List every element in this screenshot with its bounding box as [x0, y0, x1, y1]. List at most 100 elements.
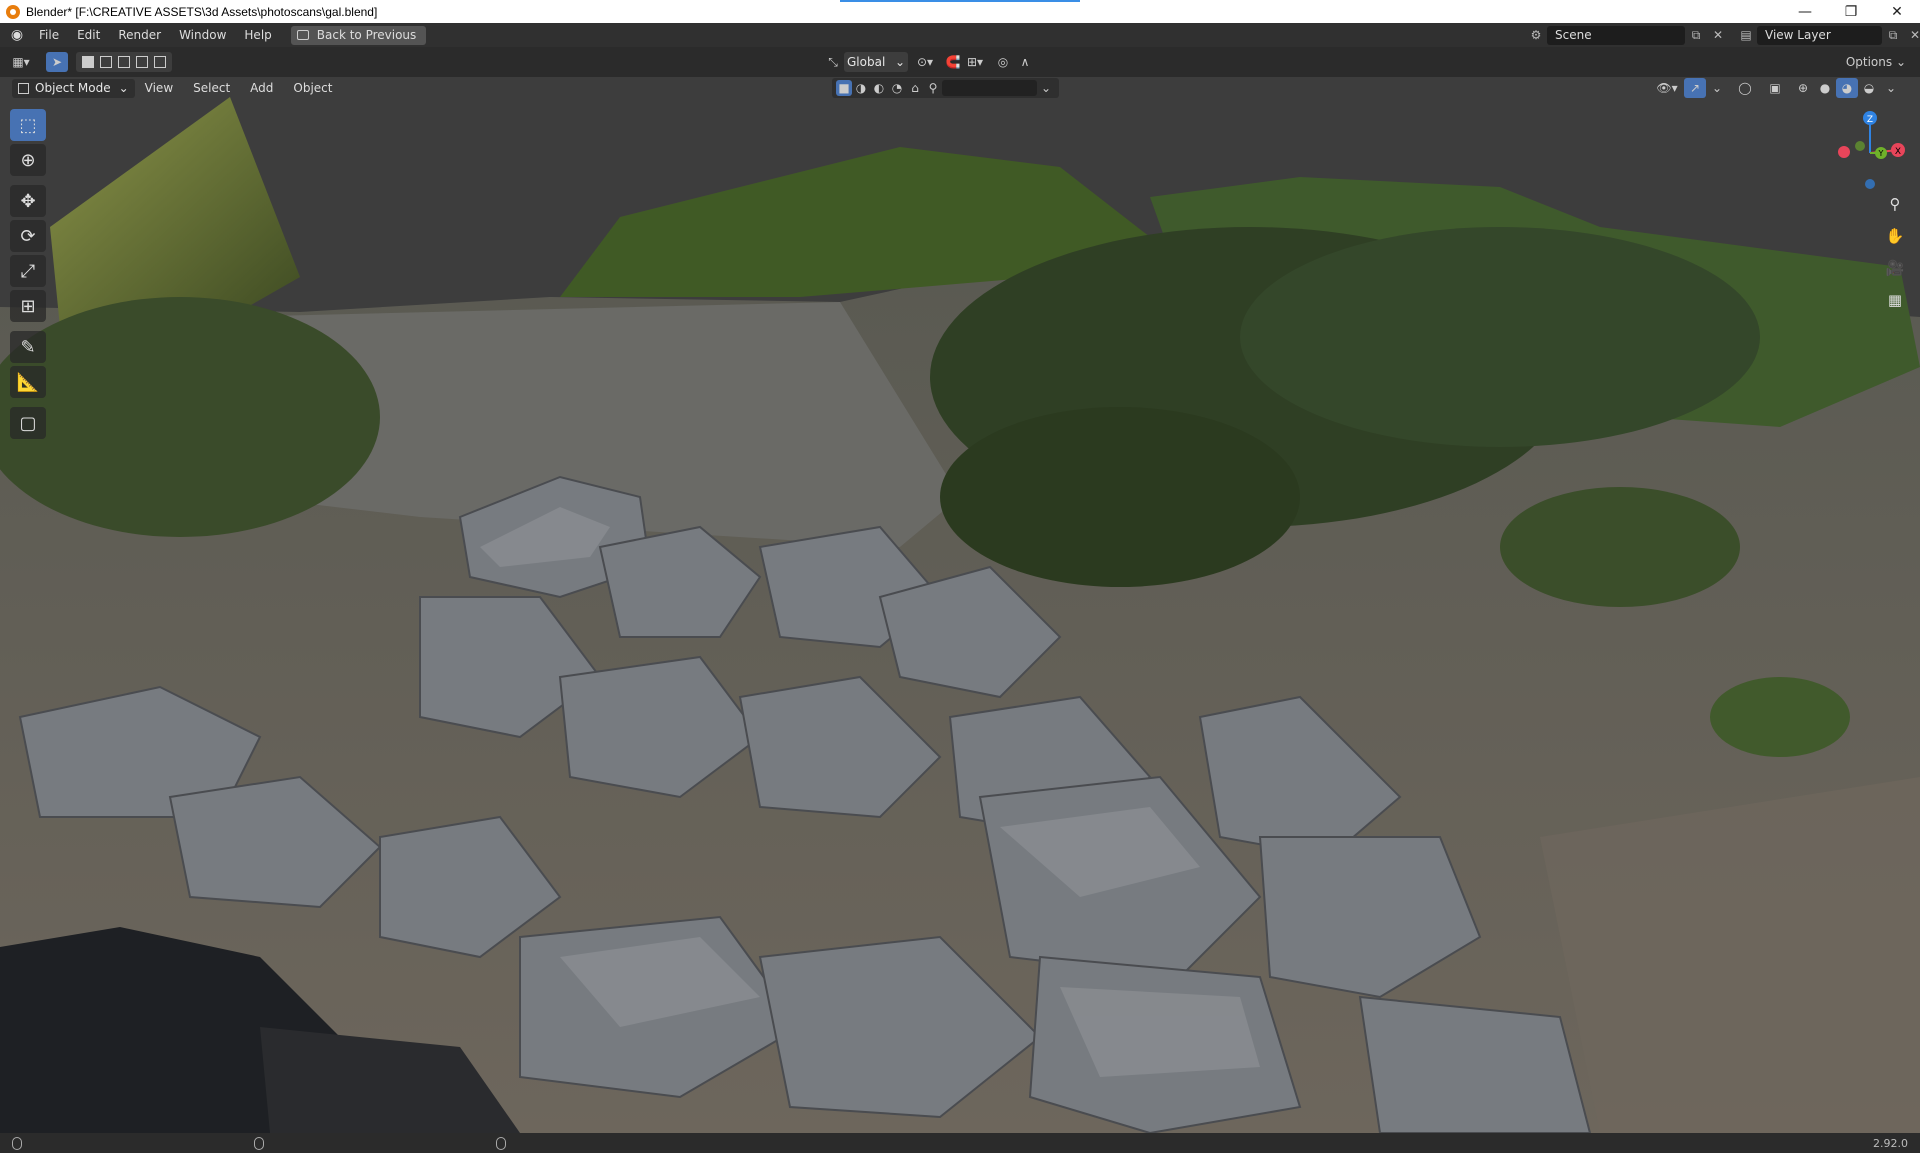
delete-view-layer-icon[interactable]: ✕ [1904, 26, 1920, 45]
search-icon[interactable]: ⚲ [924, 80, 942, 96]
camera-filter-icon[interactable]: ⌂ [906, 80, 924, 96]
navigation-gizmo[interactable]: Z X Y [1830, 108, 1910, 198]
blender-app-icon [6, 4, 20, 19]
navigation-tools: ⚲ ✋ 🎥 ▦ [1880, 190, 1910, 318]
mouse-right-icon [496, 1136, 506, 1150]
measure-tool-icon[interactable]: 📐 [10, 366, 46, 398]
falloff-icon[interactable]: ∧ [1014, 52, 1036, 72]
snap-target-icon[interactable]: ⊞▾ [964, 52, 986, 72]
move-tool-icon[interactable]: ✥ [10, 185, 46, 217]
gizmo-z-label: Z [1867, 115, 1873, 125]
gizmo-x-label: X [1895, 147, 1901, 157]
back-to-previous-button[interactable]: Back to Previous [290, 25, 427, 45]
visibility-icon[interactable]: 👁▾ [1656, 78, 1678, 98]
overlay-toggle-icon[interactable]: ◯ [1734, 78, 1756, 98]
chevron-down-icon[interactable]: ⌄ [1880, 78, 1902, 98]
proportional-edit-icon[interactable]: ◎ [992, 52, 1014, 72]
scale-tool-icon[interactable]: ⤢ [10, 255, 46, 287]
menu-object[interactable]: Object [283, 81, 342, 95]
scene-name-field[interactable]: Scene [1547, 25, 1685, 45]
menu-edit[interactable]: Edit [68, 28, 109, 42]
delete-scene-icon[interactable]: ✕ [1707, 26, 1729, 45]
perspective-grid-icon[interactable]: ▦ [1881, 286, 1909, 314]
gizmo-neg-z-axis[interactable] [1865, 179, 1875, 189]
invert-selection-icon[interactable] [136, 56, 148, 68]
menu-select[interactable]: Select [183, 81, 240, 95]
pivot-point-icon[interactable]: ⊙▾ [914, 52, 936, 72]
orientation-value: Global [847, 55, 886, 69]
status-bar: 2.92.0 [0, 1133, 1920, 1153]
mouse-middle-icon [254, 1136, 264, 1150]
photoscan-render [0, 77, 1920, 1133]
select-box-tool-icon[interactable]: ⬚ [10, 109, 46, 141]
shading-controls: 👁▾ ↗ ⌄ ◯ ▣ ⊕ ● ◕ ◒ ⌄ [1656, 78, 1902, 98]
transform-orientation-icon[interactable]: ⤡ [822, 52, 844, 72]
maximize-button[interactable]: ❐ [1828, 0, 1874, 23]
view-layer-field[interactable]: View Layer [1757, 25, 1882, 45]
subtract-selection-icon[interactable] [118, 56, 130, 68]
filter-group: ■ ◑ ◐ ◔ ⌂ ⚲ ⌄ [832, 78, 1059, 98]
extend-selection-icon[interactable] [100, 56, 112, 68]
annotate-tool-icon[interactable]: ✎ [10, 331, 46, 363]
search-input[interactable] [942, 80, 1037, 96]
pan-hand-icon[interactable]: ✋ [1881, 222, 1909, 250]
snap-toggle-icon[interactable]: 🧲 [942, 52, 964, 72]
new-selection-icon[interactable] [82, 56, 94, 68]
options-dropdown[interactable]: Options ⌄ [1840, 52, 1912, 72]
close-button[interactable]: ✕ [1874, 0, 1920, 23]
3d-viewport[interactable]: Object Mode ⌄ View Select Add Object ■ ◑… [0, 77, 1920, 1133]
intersect-selection-icon[interactable] [154, 56, 166, 68]
object-mode-dropdown[interactable]: Object Mode ⌄ [12, 78, 135, 98]
new-view-layer-icon[interactable]: ⧉ [1882, 26, 1904, 45]
transform-tool-icon[interactable]: ⊞ [10, 290, 46, 322]
title-accent [840, 0, 1080, 2]
window-title: Blender* [F:\CREATIVE ASSETS\3d Assets\p… [26, 4, 378, 19]
menu-add[interactable]: Add [240, 81, 283, 95]
cursor-tool-icon[interactable]: ⊕ [10, 144, 46, 176]
menu-render[interactable]: Render [109, 28, 170, 42]
options-label: Options [1845, 55, 1893, 69]
chevron-down-icon[interactable]: ⌄ [1037, 80, 1055, 96]
scene-name: Scene [1555, 28, 1592, 42]
view-layer-icon[interactable]: ▤ [1735, 26, 1757, 45]
gizmo-neg-x-axis[interactable] [1838, 146, 1850, 158]
editor-type-icon[interactable]: ▦▾ [10, 52, 32, 72]
material-shading-icon[interactable]: ◕ [1836, 78, 1858, 98]
select-tool-icon[interactable]: ➤ [46, 52, 68, 72]
light-filter-icon[interactable]: ◐ [870, 80, 888, 96]
selection-mode-group [76, 52, 172, 72]
window-titlebar: Blender* [F:\CREATIVE ASSETS\3d Assets\p… [0, 0, 1920, 23]
minimize-button[interactable]: — [1782, 0, 1828, 23]
scene-icon[interactable]: ⚙ [1525, 26, 1547, 45]
zoom-icon[interactable]: ⚲ [1881, 190, 1909, 218]
menu-window[interactable]: Window [170, 28, 235, 42]
gizmo-neg-y-axis[interactable] [1855, 141, 1865, 151]
tool-header: ▦▾ ➤ ⤡ Global ⌄ ⊙▾ 🧲 ⊞▾ ◎ ∧ Options ⌄ [0, 47, 1920, 77]
new-scene-icon[interactable]: ⧉ [1685, 26, 1707, 45]
rotate-tool-icon[interactable]: ⟳ [10, 220, 46, 252]
blender-logo-icon[interactable]: ◉ [4, 27, 30, 43]
add-cube-tool-icon[interactable]: ▢ [10, 407, 46, 439]
top-menubar: ◉ File Edit Render Window Help Back to P… [0, 23, 1920, 47]
view-layer-name: View Layer [1765, 28, 1831, 42]
gizmo-toggle-icon[interactable]: ↗ [1684, 78, 1706, 98]
solid-shading-icon[interactable]: ● [1814, 78, 1836, 98]
camera-view-icon[interactable]: 🎥 [1881, 254, 1909, 282]
mesh-filter-icon[interactable]: ◑ [852, 80, 870, 96]
chevron-down-icon[interactable]: ⌄ [1706, 78, 1728, 98]
menu-help[interactable]: Help [235, 28, 280, 42]
mouse-left-icon [12, 1136, 22, 1150]
menu-file[interactable]: File [30, 28, 68, 42]
gizmo-y-label: Y [1878, 149, 1884, 158]
world-filter-icon[interactable]: ◔ [888, 80, 906, 96]
orientation-dropdown[interactable]: Global ⌄ [844, 52, 908, 72]
menu-view[interactable]: View [135, 81, 183, 95]
object-mode-icon [18, 82, 29, 94]
wireframe-shading-icon[interactable]: ⊕ [1792, 78, 1814, 98]
xray-toggle-icon[interactable]: ▣ [1764, 78, 1786, 98]
blender-version: 2.92.0 [1873, 1136, 1908, 1150]
back-to-previous-label: Back to Previous [316, 28, 417, 42]
object-type-icon[interactable]: ■ [836, 80, 852, 96]
axis-gizmo: Z X Y [1838, 111, 1905, 189]
rendered-shading-icon[interactable]: ◒ [1858, 78, 1880, 98]
